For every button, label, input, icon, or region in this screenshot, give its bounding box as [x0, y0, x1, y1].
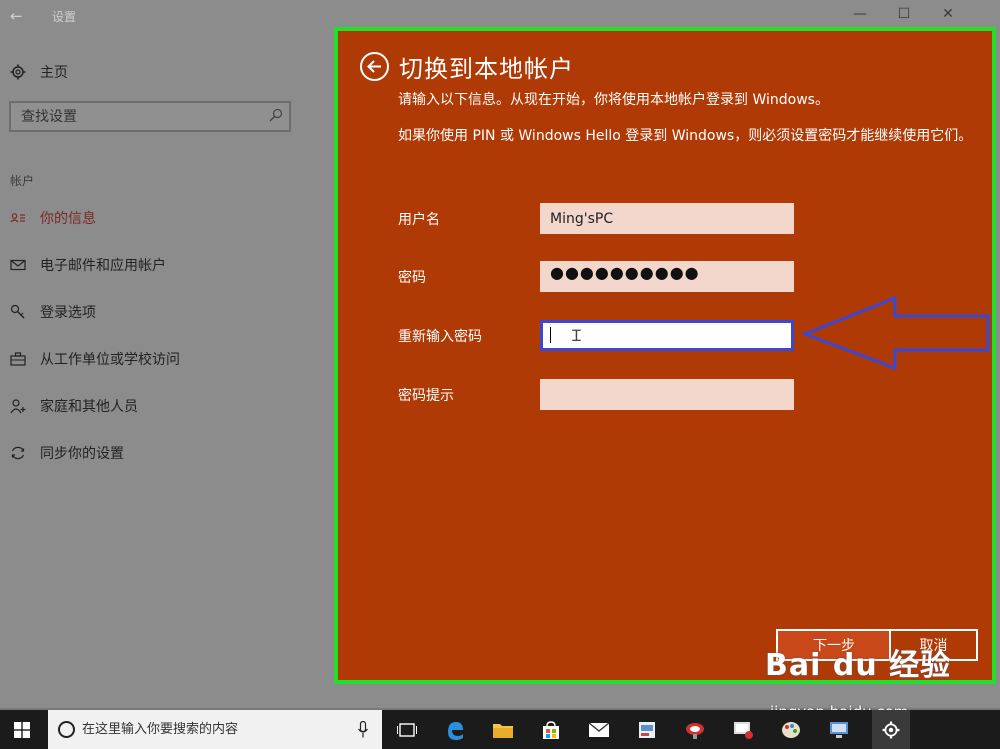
password-label: 密码 — [398, 270, 426, 286]
settings-search-box[interactable] — [9, 101, 291, 132]
taskbar-search-box[interactable] — [48, 710, 382, 749]
sidebar-item-email-accounts[interactable]: 电子邮件和应用帐户 — [10, 254, 166, 276]
home-nav-item[interactable]: 主页 — [10, 62, 68, 82]
minimize-button[interactable]: — — [850, 6, 870, 22]
control-panel-icon[interactable] — [632, 715, 662, 745]
taskbar — [0, 710, 1000, 749]
mail-icon — [10, 259, 26, 271]
confirm-password-label: 重新输入密码 — [398, 329, 482, 345]
cortana-icon — [58, 721, 75, 738]
dialog-title: 切换到本地帐户 — [399, 55, 574, 83]
settings-taskbar-icon[interactable] — [872, 710, 910, 749]
window-title: 设置 — [52, 10, 77, 24]
watermark-brand: Bai du 经验 — [765, 640, 951, 684]
password-hint-label: 密码提示 — [398, 388, 454, 404]
taskbar-search-input[interactable] — [82, 710, 342, 749]
home-label: 主页 — [40, 65, 68, 81]
file-explorer-icon[interactable] — [488, 715, 518, 745]
network-app-icon[interactable] — [680, 715, 710, 745]
info-text-2: 如果你使用 PIN 或 Windows Hello 登录到 Windows，则必… — [398, 128, 973, 144]
username-label: 用户名 — [398, 212, 440, 228]
settings-search-input[interactable] — [11, 103, 261, 130]
paint-app-icon[interactable] — [776, 715, 806, 745]
sidebar-item-family[interactable]: 家庭和其他人员 — [10, 395, 138, 417]
gear-icon — [10, 64, 26, 80]
annotation-arrow-icon — [800, 295, 990, 371]
sidebar-item-work-school[interactable]: 从工作单位或学校访问 — [10, 348, 180, 370]
maximize-button[interactable]: ☐ — [894, 6, 914, 22]
close-button[interactable]: ✕ — [938, 6, 958, 22]
sidebar-item-label: 电子邮件和应用帐户 — [40, 258, 166, 274]
username-field[interactable] — [540, 203, 794, 234]
back-arrow-icon[interactable]: ← — [10, 7, 23, 25]
sidebar-item-label: 登录选项 — [40, 305, 96, 321]
back-button[interactable] — [360, 52, 389, 81]
store-icon[interactable] — [536, 715, 566, 745]
sidebar-item-sign-in-options[interactable]: 登录选项 — [10, 301, 96, 323]
text-caret — [550, 327, 551, 343]
section-label-accounts: 帐户 — [10, 174, 35, 188]
back-arrow-icon — [367, 60, 381, 73]
sidebar-item-label: 你的信息 — [40, 211, 96, 227]
sidebar-item-your-info[interactable]: 你的信息 — [10, 207, 96, 229]
sidebar-item-label: 从工作单位或学校访问 — [40, 352, 180, 368]
remote-desktop-icon[interactable] — [824, 715, 854, 745]
person-add-icon — [10, 399, 26, 414]
watermark-brand-text: Bai du 经验 — [765, 648, 952, 683]
sidebar-item-label: 家庭和其他人员 — [40, 399, 138, 415]
windows-start-icon[interactable] — [14, 722, 30, 738]
edge-browser-icon[interactable] — [440, 715, 470, 745]
sidebar-item-label: 同步你的设置 — [40, 446, 124, 462]
password-hint-field[interactable] — [540, 379, 794, 410]
briefcase-icon — [10, 352, 26, 366]
microphone-icon[interactable] — [358, 721, 368, 738]
search-icon[interactable] — [269, 108, 283, 122]
person-card-icon — [10, 213, 25, 223]
mail-app-icon[interactable] — [584, 715, 614, 745]
sidebar-item-sync[interactable]: 同步你的设置 — [10, 442, 124, 464]
ibeam-cursor-icon: Ɪ — [572, 326, 581, 345]
settings-nav: 主页 帐户 你的信息 电子邮件和应用帐户 — [0, 32, 330, 708]
info-text-1: 请输入以下信息。从现在开始，你将使用本地帐户登录到 Windows。 — [398, 92, 829, 108]
task-view-icon[interactable] — [392, 715, 422, 745]
sync-icon — [11, 446, 25, 460]
password-mask: ●●●●●●●●●● — [550, 263, 700, 282]
remote-app-icon[interactable] — [728, 715, 758, 745]
key-icon — [10, 304, 25, 319]
dialog-header: 切换到本地帐户 — [360, 49, 574, 84]
